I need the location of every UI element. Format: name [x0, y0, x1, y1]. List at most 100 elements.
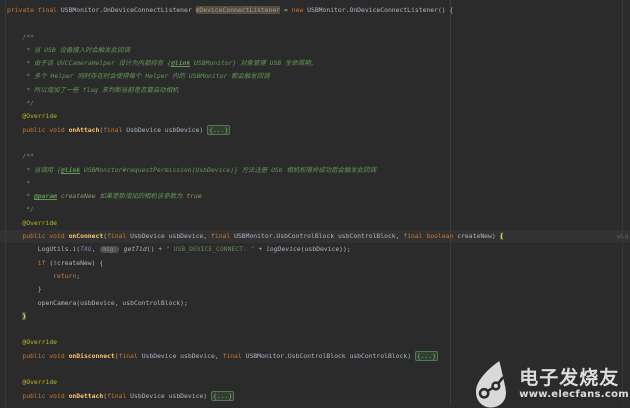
folded-code-chip[interactable]: {...}	[207, 124, 231, 135]
code-token: openCamera(usbDevice, usbControlBlock);	[7, 298, 188, 307]
doc-tag-token: @param	[33, 192, 58, 201]
code-line[interactable]: */	[7, 203, 630, 216]
elecfans-logo-icon	[476, 360, 507, 408]
comment-token: USBMonitor#requestPermission(UsbDevice)}…	[80, 165, 376, 174]
code-line[interactable]: * 当调用 {@link USBMonitor#requestPermissio…	[7, 164, 630, 177]
field-token: TAG	[80, 245, 92, 254]
code-line-current[interactable]: public void onConnect(final UsbDevice us…	[7, 230, 630, 243]
ghost-text: wLq	[617, 232, 629, 241]
comment-token: * 所以增加了一些 flag 来判断当前是否要启动相机	[7, 85, 179, 94]
parameter-hint-chip: msg:	[100, 246, 119, 254]
keyword-token: final boolean	[403, 232, 458, 241]
folded-code-chip[interactable]: {...}	[210, 390, 235, 401]
code-token: =	[280, 6, 292, 14]
doc-tag-value-token: true	[186, 192, 202, 201]
method-name-token: onAttach	[68, 125, 100, 134]
keyword-token: final	[107, 391, 131, 400]
code-line[interactable]: * @param createNew 如果是新增加的相机该参数为 true	[7, 190, 630, 203]
doc-tag-token: @link	[170, 59, 191, 68]
code-line[interactable]: }	[7, 310, 630, 323]
code-token: UsbDevice usbDevice,	[141, 351, 223, 360]
code-line[interactable]	[7, 137, 630, 150]
code-editor-area[interactable]: private final USBMonitor.OnDeviceConnect…	[7, 4, 630, 403]
watermark-text: 电子发烧友 www.elecfans.com	[519, 367, 629, 401]
method-name-token: onConnect	[68, 232, 104, 241]
code-line[interactable]	[7, 17, 630, 30]
code-token: (!createNew) {	[45, 258, 104, 267]
code-token: USBMonitor.UsbControlBlock usbControlBlo…	[245, 351, 415, 360]
code-line[interactable]: if (!createNew) {	[7, 257, 630, 270]
matched-brace: {	[499, 232, 504, 241]
code-line[interactable]: /**	[7, 150, 630, 163]
keyword-token: private final	[7, 6, 61, 14]
static-method-token: getTid	[123, 245, 147, 254]
code-line[interactable]: openCamera(usbDevice, usbControlBlock);	[7, 297, 630, 310]
code-line[interactable]: @Override	[7, 110, 630, 123]
comment-token: USBMonitor} 对象管理 USB 生命周期,	[190, 59, 315, 68]
code-token: +	[254, 245, 267, 254]
method-name-token: onDisconnect	[68, 351, 115, 360]
code-line[interactable]: * 由于该 UVCCameraHelper 设计为内部持有 {@link USB…	[7, 57, 630, 70]
code-token: (usbDevice));	[300, 245, 351, 254]
code-line[interactable]: LogUtils.i(TAG, msg: getTid() + " USB_DE…	[7, 243, 630, 256]
code-token: UsbDevice usbDevice)	[130, 391, 211, 400]
code-token: UsbDevice usbDevice)	[126, 125, 208, 134]
doc-tag-value-token: createNew	[60, 192, 96, 201]
code-line[interactable]: @Override	[7, 217, 630, 230]
keyword-token: final	[210, 232, 235, 241]
comment-token: * 当 USB 设备接入时会触发此回调	[7, 45, 130, 54]
code-token: USBMonitor.OnDeviceConnectListener() {	[303, 6, 454, 14]
code-line[interactable]	[7, 323, 630, 336]
code-line[interactable]: }	[7, 283, 630, 296]
code-line[interactable]: * 所以增加了一些 flag 来判断当前是否要启动相机	[7, 84, 630, 97]
code-token: () +	[146, 245, 167, 254]
keyword-token: final	[107, 232, 131, 241]
code-line[interactable]: /**	[7, 31, 630, 44]
code-line[interactable]: @Override	[7, 336, 630, 349]
watermark-site-url: www.elecfans.com	[519, 389, 629, 400]
code-line[interactable]: *	[7, 177, 630, 190]
comment-token: /**	[7, 152, 34, 161]
editor-gutter-border	[5, 0, 6, 406]
highlighted-identifier[interactable]: mDeviceConnectListener	[195, 6, 281, 14]
elecfans-watermark: 电子发烧友 www.elecfans.com	[467, 360, 629, 408]
method-name-token: onDettach	[68, 391, 104, 400]
code-token: USBMonitor.UsbControlBlock usbControlBlo…	[234, 232, 404, 241]
keyword-token: public void	[22, 232, 69, 241]
comment-token: * 由于该 UVCCameraHelper 设计为内部持有 {	[7, 59, 171, 68]
code-line[interactable]: private final USBMonitor.OnDeviceConnect…	[7, 4, 630, 17]
code-line[interactable]: * 多个 Helper 同时存在时会使得每个 Helper 内的 USBMoni…	[7, 70, 630, 83]
folded-code-chip[interactable]: {...}	[414, 350, 439, 361]
watermark-brand: 电子发烧友	[519, 367, 620, 389]
keyword-token: final	[118, 351, 142, 360]
string-token: " USB_DEVICE_CONNECT: "	[166, 245, 255, 254]
comment-token: *	[7, 178, 31, 187]
comment-token: * 当调用 {	[7, 165, 61, 174]
code-line[interactable]: return;	[7, 270, 630, 283]
code-token: UsbDevice usbDevice,	[130, 232, 211, 241]
doc-tag-token: @link	[60, 165, 81, 174]
comment-token: 如果是新增加的相机该参数为	[95, 192, 187, 201]
matched-brace: }	[22, 311, 27, 320]
keyword-token: public void	[22, 351, 69, 360]
keyword-token: final	[222, 351, 246, 360]
code-token: ;	[76, 271, 81, 280]
comment-token: */	[7, 99, 34, 108]
code-token: LogUtils.i(	[7, 245, 81, 254]
code-line[interactable]: * 当 USB 设备接入时会触发此回调	[7, 44, 630, 57]
code-token: createNew)	[457, 232, 500, 241]
code-line[interactable]: public void onAttach(final UsbDevice usb…	[7, 124, 630, 137]
code-editor-window: { "editor": { "background": "#2b2b2b", "…	[0, 0, 630, 408]
keyword-token: final	[103, 125, 127, 134]
code-line[interactable]: */	[7, 97, 630, 110]
